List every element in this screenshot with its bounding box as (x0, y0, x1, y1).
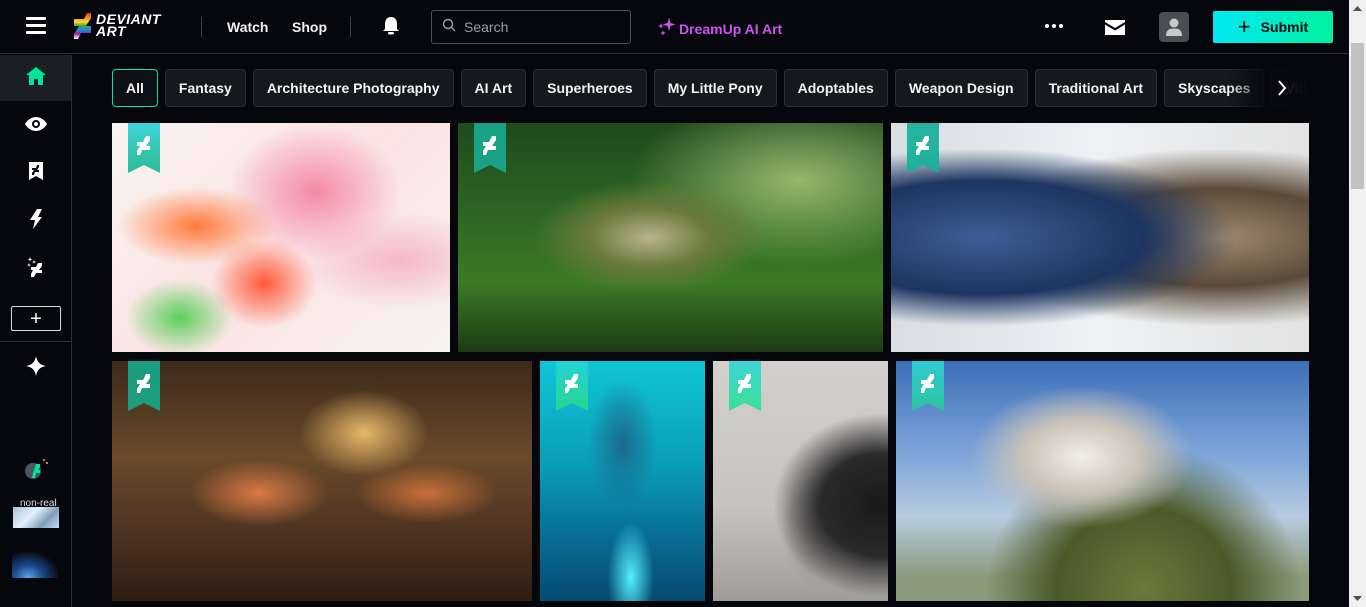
deviantart-logo-mark-icon (74, 13, 94, 39)
chip-adoptables[interactable]: Adoptables (783, 69, 888, 107)
sidebar-group-avatar-2[interactable] (13, 507, 59, 528)
core-badge-ribbon-icon (729, 361, 761, 411)
core-badge-ribbon-icon (912, 361, 944, 411)
dreamup-label: DreamUp AI Art (679, 20, 783, 37)
chip-ai-art[interactable]: AI Art (460, 69, 527, 107)
deviantart-logo[interactable]: DEVIANT ART (74, 12, 161, 39)
sidebar-item-watch[interactable] (0, 103, 71, 149)
sidebar-item-home[interactable] (0, 55, 71, 101)
chip-bar-fade (1228, 69, 1310, 107)
header-divider (201, 17, 202, 37)
core-badge-ribbon-icon (907, 123, 939, 173)
non-real-label: non-real (20, 498, 57, 509)
user-avatar-icon[interactable] (1159, 12, 1189, 42)
category-chip-bar: All Fantasy Architecture Photography AI … (112, 69, 1310, 107)
gallery-item-mermaid-trident[interactable] (540, 361, 705, 601)
envelope-icon[interactable] (1105, 20, 1125, 40)
top-header: DEVIANT ART Watch Shop DreamUp AI Art + … (0, 0, 1349, 54)
more-dots-icon[interactable] (1045, 24, 1063, 28)
chip-superheroes[interactable]: Superheroes (533, 69, 647, 107)
sidebar-item-core[interactable] (0, 246, 71, 292)
search-box[interactable] (431, 10, 631, 44)
scroll-up-arrow-icon[interactable] (1349, 0, 1366, 17)
chevron-right-icon[interactable] (1272, 76, 1292, 100)
chip-all[interactable]: All (112, 69, 158, 107)
core-badge-ribbon-icon (474, 123, 506, 173)
chip-weapon-design[interactable]: Weapon Design (894, 69, 1028, 107)
lightning-icon (29, 208, 42, 234)
chip-traditional-art[interactable]: Traditional Art (1034, 69, 1157, 107)
header-divider (350, 17, 351, 37)
sidebar-item-daily-deviations[interactable] (0, 198, 71, 244)
gallery-item-fox-girls-kitchen[interactable] (112, 361, 532, 601)
four-point-star-icon (25, 355, 46, 381)
submit-label: Submit (1260, 19, 1309, 35)
sparkle-icon (657, 18, 679, 39)
gallery-item-giant-bird-landscape[interactable] (896, 361, 1309, 601)
search-icon (442, 18, 456, 37)
plus-icon: + (1237, 14, 1251, 39)
sidebar-item-dreamup[interactable] (0, 345, 71, 391)
gallery-item-blue-tree-faces[interactable] (891, 123, 1309, 352)
dreamup-ai-art-link[interactable]: DreamUp AI Art (657, 18, 782, 39)
gallery-item-goldfish-illustration[interactable] (112, 123, 450, 352)
left-sidebar: + non-real (0, 55, 72, 607)
sidebar-item-deviations[interactable] (0, 150, 71, 196)
search-input[interactable] (464, 19, 624, 35)
logo-wordmark: DEVIANT ART (96, 12, 161, 38)
gallery-item-mossy-skull-forest[interactable] (458, 123, 883, 352)
hamburger-menu-icon[interactable] (26, 17, 46, 35)
home-icon (25, 66, 46, 90)
chip-architecture-photography[interactable]: Architecture Photography (252, 69, 454, 107)
chip-fantasy[interactable]: Fantasy (164, 69, 246, 107)
deviantart-ribbon-icon (28, 161, 43, 185)
page-scrollbar[interactable] (1349, 0, 1366, 607)
add-group-button[interactable]: + (11, 306, 61, 331)
gallery-item-grey-tower-photo[interactable] (713, 361, 888, 601)
eye-icon (24, 116, 47, 136)
sparkle-deviantart-icon (26, 256, 45, 282)
scrollbar-thumb[interactable] (1351, 43, 1364, 189)
core-badge-ribbon-icon (128, 361, 160, 411)
nav-shop-link[interactable]: Shop (292, 19, 327, 35)
sidebar-group-avatar-1[interactable] (24, 458, 50, 482)
sidebar-group-non-real[interactable] (12, 552, 58, 578)
sidebar-divider (0, 341, 71, 342)
bell-icon[interactable] (381, 16, 401, 36)
submit-button[interactable]: + Submit (1213, 11, 1333, 43)
core-badge-ribbon-icon (556, 361, 588, 411)
chip-my-little-pony[interactable]: My Little Pony (653, 69, 777, 107)
scroll-down-arrow-icon[interactable] (1349, 590, 1366, 607)
core-badge-ribbon-icon (128, 123, 160, 173)
nav-watch-link[interactable]: Watch (227, 19, 268, 35)
